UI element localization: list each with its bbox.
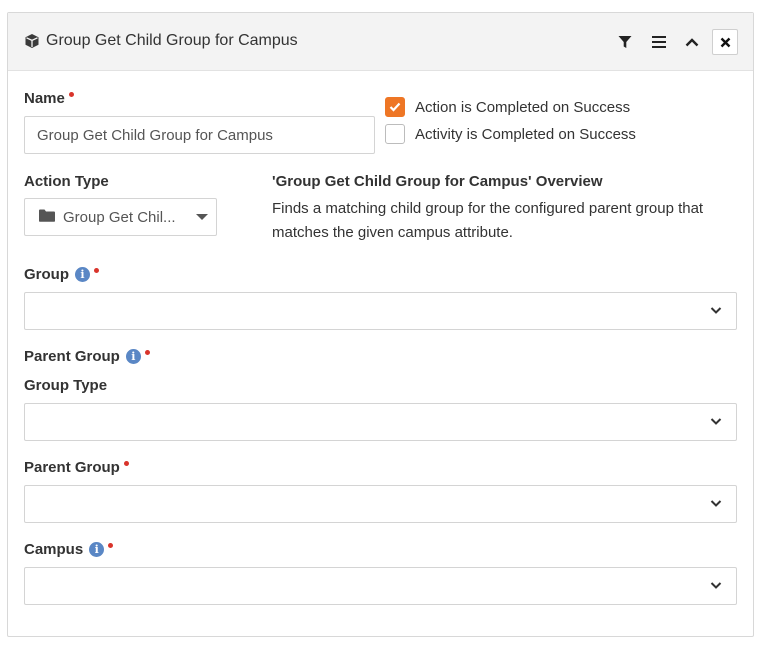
action-completed-checkbox[interactable]: Action is Completed on Success bbox=[385, 97, 630, 117]
action-completed-label: Action is Completed on Success bbox=[415, 98, 631, 116]
activity-completed-label: Activity is Completed on Success bbox=[415, 125, 636, 143]
overview-description: Finds a matching child group for the con… bbox=[272, 200, 704, 241]
checkbox-unchecked[interactable] bbox=[385, 124, 405, 144]
group-type-select[interactable] bbox=[24, 403, 737, 441]
group-label: Group i bbox=[24, 266, 99, 283]
chevron-up-icon[interactable] bbox=[679, 29, 705, 55]
name-input[interactable] bbox=[24, 116, 375, 154]
activity-completed-checkbox[interactable]: Activity is Completed on Success bbox=[385, 124, 636, 144]
name-label: Name bbox=[24, 90, 74, 107]
checkbox-checked[interactable] bbox=[385, 97, 405, 117]
chevron-down-icon bbox=[710, 418, 722, 425]
group-select[interactable] bbox=[24, 292, 737, 330]
info-icon[interactable]: i bbox=[125, 349, 141, 364]
info-icon[interactable]: i bbox=[89, 542, 105, 557]
required-indicator bbox=[68, 92, 74, 97]
required-indicator bbox=[144, 350, 150, 355]
folder-icon bbox=[39, 209, 55, 226]
cube-icon bbox=[24, 33, 40, 49]
panel-header: Group Get Child Group for Campus bbox=[8, 13, 753, 71]
required-indicator bbox=[108, 543, 114, 548]
filter-icon[interactable] bbox=[612, 29, 638, 55]
panel-title: Group Get Child Group for Campus bbox=[24, 32, 298, 50]
required-indicator bbox=[123, 461, 129, 466]
checkmark-icon bbox=[389, 102, 401, 112]
caret-down-icon bbox=[195, 214, 208, 220]
campus-label: Campus i bbox=[24, 541, 114, 558]
close-icon bbox=[720, 37, 730, 47]
parent-group-label: Parent Group bbox=[24, 459, 129, 476]
parent-group-section-label: Parent Group i bbox=[24, 348, 150, 365]
chevron-down-icon bbox=[710, 582, 722, 589]
chevron-down-icon bbox=[710, 500, 722, 507]
action-type-label: Action Type bbox=[24, 173, 109, 190]
overview-title: 'Group Get Child Group for Campus' Overv… bbox=[272, 173, 603, 190]
info-icon[interactable]: i bbox=[75, 267, 90, 282]
chevron-down-icon bbox=[710, 307, 722, 314]
panel-title-text: Group Get Child Group for Campus bbox=[46, 32, 298, 49]
parent-group-select[interactable] bbox=[24, 485, 737, 523]
close-button[interactable] bbox=[712, 29, 738, 55]
menu-icon[interactable] bbox=[646, 29, 672, 55]
group-type-label: Group Type bbox=[24, 377, 108, 394]
action-type-value: Group Get Chil... bbox=[63, 208, 176, 226]
action-type-picker[interactable]: Group Get Chil... bbox=[24, 198, 217, 236]
required-indicator bbox=[94, 268, 99, 273]
campus-select[interactable] bbox=[24, 567, 737, 605]
